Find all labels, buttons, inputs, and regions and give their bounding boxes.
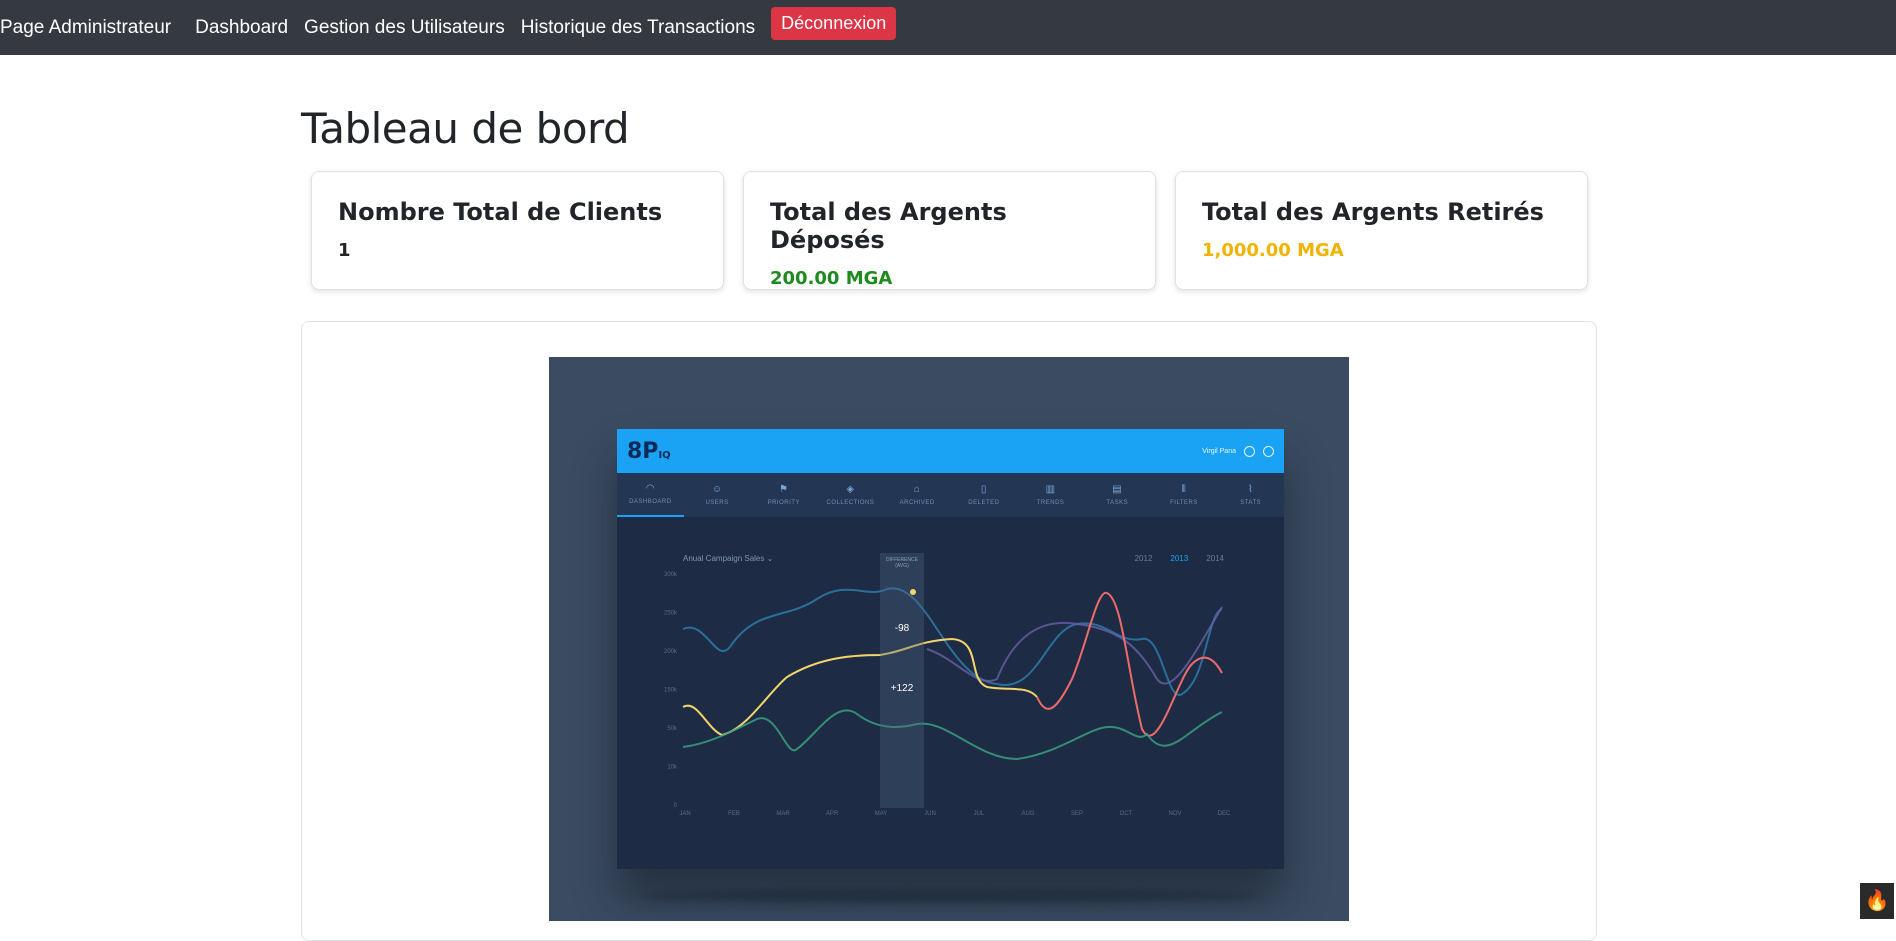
- x-tick-label: FEB: [728, 811, 740, 817]
- difference-value: +122: [880, 683, 924, 694]
- y-tick-label: 300k: [664, 572, 678, 578]
- nav-link-transactions[interactable]: Historique des Transactions: [521, 17, 755, 39]
- mockup-shadow: [639, 889, 1259, 903]
- stat-label: Total des Argents Retirés: [1202, 198, 1561, 226]
- difference-label: DIFFERENCE (AVG): [880, 557, 924, 569]
- y-tick-label: 10k: [667, 765, 678, 771]
- x-tick-label: JUL: [974, 811, 985, 817]
- x-tick-label: AUG: [1021, 811, 1034, 817]
- dashboard-image: 8PIQ Virgil Pana ◠DASHBOARD ☺USERS ⚑PRIO…: [549, 357, 1349, 921]
- stat-card-withdrawals: Total des Argents Retirés 1,000.00 MGA: [1175, 171, 1588, 290]
- difference-value: -98: [880, 623, 924, 634]
- x-tick-label: NOV: [1168, 811, 1181, 817]
- stat-label: Total des Argents Déposés: [770, 198, 1129, 254]
- x-tick-label: APR: [826, 811, 839, 817]
- x-tick-label: MAR: [776, 811, 790, 817]
- y-tick-label: 250k: [664, 611, 678, 617]
- x-tick-label: SEP: [1071, 811, 1083, 817]
- series-green: [683, 710, 1222, 759]
- navbar: Page Administrateur Dashboard Gestion de…: [0, 0, 1896, 55]
- nav-link-users[interactable]: Gestion des Utilisateurs: [304, 17, 505, 39]
- mockup-difference-band: DIFFERENCE (AVG) -98 +122: [880, 553, 924, 808]
- x-tick-label: DEC: [1218, 811, 1231, 817]
- x-tick-label: JUN: [924, 811, 936, 817]
- stat-value: 1,000.00 MGA: [1202, 240, 1561, 261]
- y-tick-label: 0: [674, 803, 678, 809]
- stat-card-deposits: Total des Argents Déposés 200.00 MGA: [743, 171, 1156, 290]
- stat-value: 200.00 MGA: [770, 268, 1129, 289]
- dashboard-mockup: 8PIQ Virgil Pana ◠DASHBOARD ☺USERS ⚑PRIO…: [617, 429, 1284, 869]
- stat-label: Nombre Total de Clients: [338, 198, 697, 226]
- series-red: [1037, 593, 1222, 736]
- navbar-brand[interactable]: Page Administrateur: [0, 17, 171, 39]
- flame-icon[interactable]: 🔥: [1860, 883, 1894, 919]
- x-tick-label: OCT: [1120, 811, 1133, 817]
- marker-dot: [910, 589, 916, 595]
- y-tick-label: 200k: [664, 649, 678, 655]
- page-title: Tableau de bord: [301, 104, 629, 153]
- series-yellow: [683, 639, 1037, 735]
- stat-card-clients: Nombre Total de Clients 1: [311, 171, 724, 290]
- nav-link-dashboard[interactable]: Dashboard: [195, 17, 288, 39]
- y-tick-label: 50k: [667, 726, 678, 732]
- mockup-chart: 300k 250k 200k 150k 50k 10k 0 JAN FEB MAR APR MAY J…: [617, 429, 1284, 869]
- y-tick-label: 150k: [664, 688, 678, 694]
- stat-value: 1: [338, 240, 697, 261]
- logout-button[interactable]: Déconnexion: [771, 7, 896, 40]
- x-tick-label: MAY: [875, 811, 888, 817]
- series-blue: [683, 588, 1222, 695]
- x-tick-label: JAN: [679, 811, 690, 817]
